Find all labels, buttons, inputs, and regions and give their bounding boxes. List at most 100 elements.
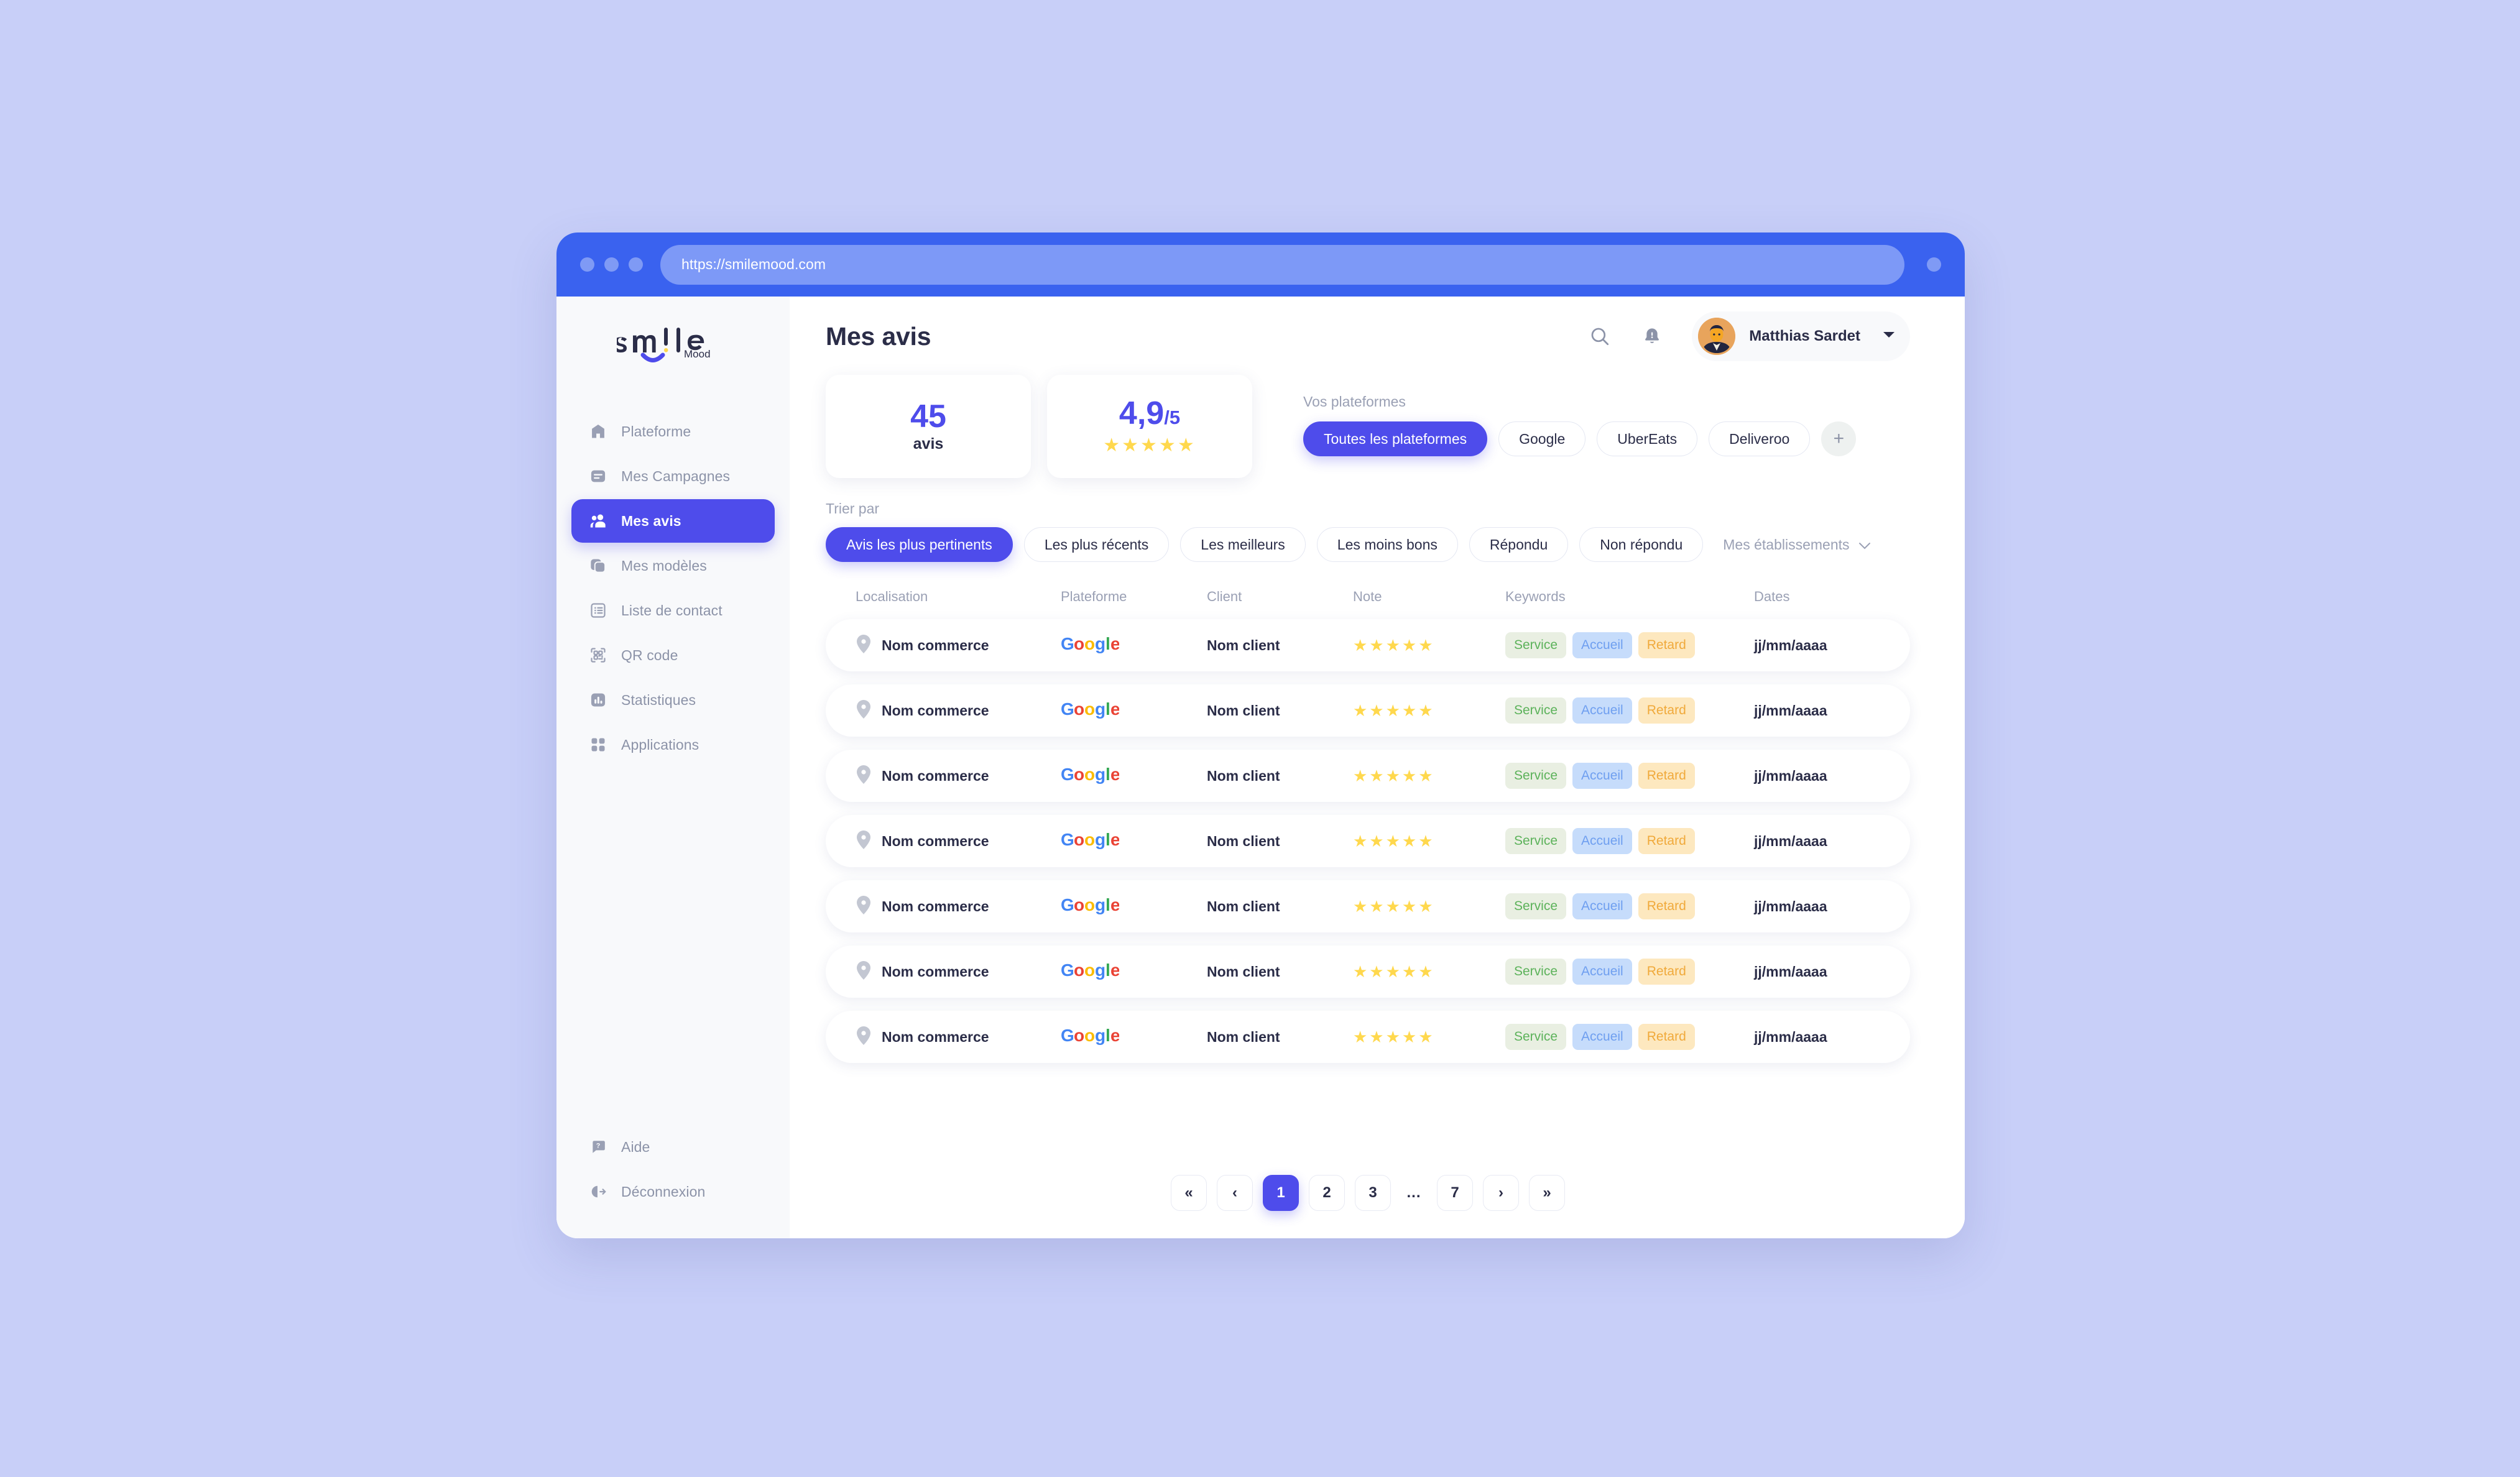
- platform-chip-ubereats[interactable]: UberEats: [1597, 421, 1698, 456]
- google-logo-icon: G o o g l e: [1061, 960, 1120, 980]
- sort-chip-list: Avis les plus pertinents Les plus récent…: [826, 527, 1910, 562]
- table-row[interactable]: Nom commerce G o o g l e Nom client ★★★★…: [826, 684, 1910, 737]
- svg-text:l: l: [1105, 895, 1110, 914]
- keyword-badges: Service Accueil Retard: [1505, 632, 1754, 658]
- sidebar-item-mes-modeles[interactable]: Mes modèles: [571, 544, 775, 587]
- sidebar-item-deconnexion[interactable]: Déconnexion: [571, 1170, 775, 1213]
- establishments-dropdown[interactable]: Mes établissements: [1723, 536, 1870, 553]
- table-row[interactable]: Nom commerce G o o g l e Nom client ★★★★…: [826, 880, 1910, 932]
- pagination-page-3[interactable]: 3: [1355, 1175, 1391, 1211]
- keyword-badge[interactable]: Accueil: [1572, 632, 1632, 658]
- keyword-badge[interactable]: Service: [1505, 959, 1567, 985]
- address-bar[interactable]: https://smilemood.com: [660, 244, 1904, 285]
- google-logo-icon: G o o g l e: [1061, 1026, 1120, 1048]
- table-row[interactable]: Nom commerce G o o g l e Nom client ★★★★…: [826, 815, 1910, 867]
- keyword-badge[interactable]: Service: [1505, 828, 1567, 854]
- cell-keywords: Service Accueil Retard: [1505, 1024, 1754, 1050]
- location-pin-icon: [857, 699, 870, 719]
- google-logo-icon: G o o g l e: [1061, 830, 1120, 852]
- keyword-badge[interactable]: Service: [1505, 763, 1567, 789]
- sidebar-item-qr-code[interactable]: QR code: [571, 633, 775, 677]
- svg-text:G: G: [1061, 830, 1074, 849]
- keyword-badge[interactable]: Service: [1505, 1024, 1567, 1050]
- profile-name: Matthias Sardet: [1749, 328, 1860, 344]
- keyword-badges: Service Accueil Retard: [1505, 697, 1754, 724]
- keyword-badge[interactable]: Retard: [1638, 959, 1695, 985]
- avatar: [1698, 318, 1736, 355]
- google-logo-icon: G o o g l e: [1061, 699, 1120, 722]
- client-name: Nom client: [1207, 963, 1280, 980]
- table-row[interactable]: Nom commerce G o o g l e Nom client ★★★★…: [826, 750, 1910, 802]
- keyword-badge[interactable]: Retard: [1638, 893, 1695, 919]
- chevron-down-icon[interactable]: [1883, 331, 1895, 343]
- bell-icon[interactable]: [1640, 324, 1664, 349]
- sort-chip-recents[interactable]: Les plus récents: [1023, 527, 1170, 562]
- brand-logo[interactable]: Mood: [556, 324, 790, 369]
- svg-text:e: e: [1110, 699, 1119, 719]
- sidebar-item-aide[interactable]: ? Aide: [571, 1125, 775, 1169]
- cell-keywords: Service Accueil Retard: [1505, 959, 1754, 985]
- sidebar-item-plateforme[interactable]: Plateforme: [571, 410, 775, 453]
- pagination-first-button[interactable]: «: [1171, 1175, 1207, 1211]
- add-platform-button[interactable]: +: [1821, 421, 1857, 456]
- sort-chip-non-repondu[interactable]: Non répondu: [1579, 527, 1704, 562]
- keyword-badge[interactable]: Retard: [1638, 828, 1695, 854]
- platform-chip-deliveroo[interactable]: Deliveroo: [1709, 421, 1811, 456]
- sidebar-item-applications[interactable]: Applications: [571, 723, 775, 766]
- rating-stars: ★★★★★: [1353, 896, 1435, 916]
- pagination-page-2[interactable]: 2: [1309, 1175, 1345, 1211]
- window-minimize-dot[interactable]: [604, 257, 619, 272]
- keyword-badge[interactable]: Retard: [1638, 1024, 1695, 1050]
- window-maximize-dot[interactable]: [629, 257, 643, 272]
- sidebar-item-mes-campagnes[interactable]: Mes Campagnes: [571, 454, 775, 498]
- search-icon[interactable]: [1587, 324, 1612, 349]
- svg-text:g: g: [1095, 699, 1105, 719]
- browser-window: https://smilemood.com Mood Plateforme Me…: [556, 232, 1965, 1238]
- table-row[interactable]: Nom commerce G o o g l e Nom client ★★★★…: [826, 1011, 1910, 1063]
- profile-menu[interactable]: Matthias Sardet: [1692, 311, 1910, 361]
- platform-chip-toutes[interactable]: Toutes les plateformes: [1303, 421, 1488, 456]
- review-date: jj/mm/aaaa: [1754, 898, 1827, 914]
- keyword-badge[interactable]: Accueil: [1572, 697, 1632, 724]
- keyword-badge[interactable]: Service: [1505, 632, 1567, 658]
- pagination-page-1[interactable]: 1: [1263, 1175, 1299, 1211]
- sidebar-item-mes-avis[interactable]: Mes avis: [571, 499, 775, 543]
- platforms-filter: Vos plateformes Toutes les plateformes G…: [1303, 375, 1857, 456]
- keyword-badge[interactable]: Accueil: [1572, 893, 1632, 919]
- location-pin-icon: [857, 634, 870, 653]
- pagination-prev-button[interactable]: ‹: [1217, 1175, 1253, 1211]
- window-close-dot[interactable]: [580, 257, 594, 272]
- keyword-badge[interactable]: Accueil: [1572, 959, 1632, 985]
- keyword-badge[interactable]: Accueil: [1572, 763, 1632, 789]
- keyword-badge[interactable]: Accueil: [1572, 1024, 1632, 1050]
- svg-text:G: G: [1061, 960, 1074, 980]
- cell-note: ★★★★★: [1353, 636, 1505, 655]
- svg-text:g: g: [1095, 1026, 1105, 1045]
- sidebar-item-liste-de-contact[interactable]: Liste de contact: [571, 589, 775, 632]
- sort-chip-repondu[interactable]: Répondu: [1469, 527, 1569, 562]
- pagination-last-button[interactable]: »: [1529, 1175, 1565, 1211]
- keyword-badge[interactable]: Service: [1505, 697, 1567, 724]
- browser-menu-dot[interactable]: [1927, 257, 1941, 272]
- sort-chip-moins-bons[interactable]: Les moins bons: [1316, 527, 1458, 562]
- sidebar-item-statistiques[interactable]: Statistiques: [571, 678, 775, 722]
- cell-plateforme: G o o g l e: [1061, 1026, 1207, 1049]
- table-row[interactable]: Nom commerce G o o g l e Nom client ★★★★…: [826, 619, 1910, 671]
- sort-label: Trier par: [826, 500, 880, 517]
- keyword-badge[interactable]: Accueil: [1572, 828, 1632, 854]
- keyword-badge[interactable]: Retard: [1638, 632, 1695, 658]
- sort-chip-meilleurs[interactable]: Les meilleurs: [1180, 527, 1306, 562]
- location-name: Nom commerce: [882, 637, 989, 653]
- platform-chip-google[interactable]: Google: [1498, 421, 1586, 456]
- keyword-badge[interactable]: Retard: [1638, 763, 1695, 789]
- svg-text:l: l: [1105, 960, 1110, 980]
- keyword-badge[interactable]: Retard: [1638, 697, 1695, 724]
- pagination-next-button[interactable]: ›: [1483, 1175, 1519, 1211]
- table-row[interactable]: Nom commerce G o o g l e Nom client ★★★★…: [826, 946, 1910, 998]
- svg-text:o: o: [1074, 895, 1084, 914]
- svg-text:e: e: [1110, 830, 1119, 849]
- keyword-badge[interactable]: Service: [1505, 893, 1567, 919]
- sort-chip-pertinents[interactable]: Avis les plus pertinents: [826, 527, 1013, 562]
- pagination-page-7[interactable]: 7: [1437, 1175, 1473, 1211]
- reviews-count-card: 45 avis: [826, 375, 1031, 478]
